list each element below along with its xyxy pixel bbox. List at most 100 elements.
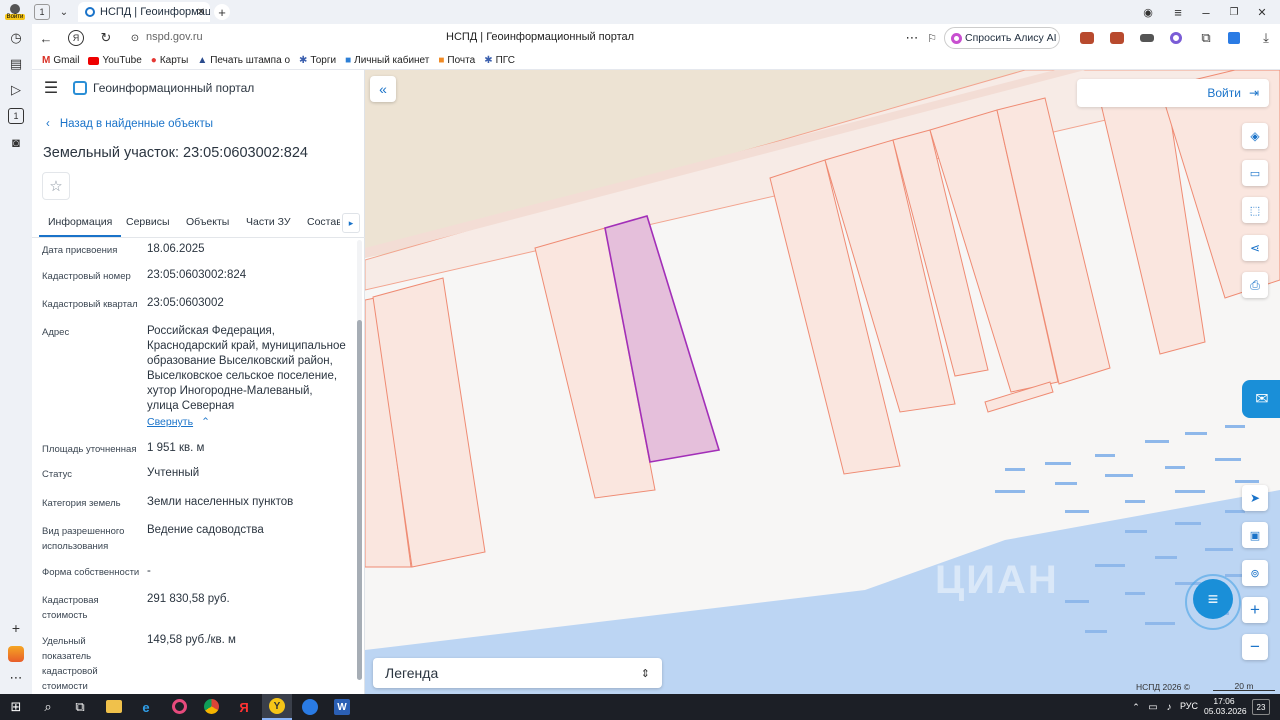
bookmark-maps[interactable]: ● Карты (151, 55, 189, 66)
bookmark-youtube[interactable]: YouTube (88, 55, 142, 66)
yandex-browser-icon[interactable]: Я (236, 699, 252, 715)
bookmark-mail[interactable]: ■ Почта (438, 55, 475, 66)
address-bar[interactable]: nspd.gov.ru (146, 31, 203, 43)
field-label: Кадастровый квартал (42, 299, 138, 310)
search-icon[interactable]: ⌕ (40, 699, 56, 715)
chrome-icon[interactable] (204, 699, 219, 714)
yandex-icon[interactable]: Я (68, 30, 84, 46)
language-indicator[interactable]: РУС (1180, 701, 1198, 711)
bookmark-gmail[interactable]: M Gmail (42, 55, 79, 66)
tray-chevron-icon[interactable]: ⌃ (1130, 699, 1142, 715)
field-label: Кадастровый номер (42, 271, 131, 282)
favorite-star-icon[interactable]: ☆ (42, 172, 70, 200)
geolocation-icon[interactable]: ➤ (1242, 485, 1268, 511)
mail-app-icon[interactable] (8, 646, 24, 662)
bookmark-icon[interactable]: ⚐ (924, 30, 940, 46)
bookmark-pgs[interactable]: ✱ ПГС (484, 55, 515, 66)
extensions-icon[interactable]: ⧉ (1198, 30, 1214, 46)
more-icon[interactable]: ⋯ (8, 670, 24, 686)
history-icon[interactable]: ◷ (8, 30, 24, 46)
messenger-icon[interactable] (302, 699, 318, 715)
login-button[interactable]: Войти ⇥ (1077, 79, 1269, 107)
restore-icon[interactable]: ❐ (1226, 4, 1242, 20)
tab-services[interactable]: Сервисы (126, 216, 170, 228)
tab-parts[interactable]: Части ЗУ (246, 216, 291, 228)
minimap-icon[interactable]: ▣ (1242, 522, 1268, 548)
browser-tab-active[interactable]: НСПД | Геоинформационн (78, 2, 210, 22)
map-pin-icon: ● (150, 55, 157, 66)
extension-2-icon[interactable] (1110, 32, 1124, 44)
collapse-address-link[interactable]: Свернуть ⌃ (147, 416, 210, 428)
tabs-scroll-right-icon[interactable]: ▸ (342, 213, 360, 233)
windows-start-icon[interactable]: ⊞ (8, 699, 24, 715)
play-icon[interactable]: ▷ (8, 82, 24, 98)
tab-counter[interactable]: 1 (34, 4, 50, 20)
site-info-icon[interactable]: ⊙ (128, 31, 142, 45)
map-view[interactable]: ЦИАН « Войти ⇥ ◈ ▭ ⬚ ⋖ ⎙ ✉ ➤ ▣ ⊚ + − ≡ Л… (365, 70, 1280, 694)
word-icon[interactable]: W (334, 699, 350, 715)
share-icon[interactable]: ⋖ (1242, 235, 1268, 261)
gmail-icon: M (42, 55, 51, 66)
scrollbar-track[interactable] (357, 240, 362, 680)
chat-support-icon[interactable]: ✉ (1242, 380, 1280, 418)
new-tab-icon[interactable]: + (214, 4, 230, 20)
chevron-down-icon[interactable]: ⌄ (56, 4, 72, 20)
layers-icon[interactable]: ◈ (1242, 123, 1268, 149)
menu-icon[interactable]: ≡ (1170, 4, 1186, 20)
profile-button[interactable]: Войти (4, 1, 26, 23)
field-label: Форма собственности (42, 567, 140, 578)
task-view-icon[interactable]: ⧉ (72, 699, 88, 715)
zoom-in-icon[interactable]: + (1242, 597, 1268, 623)
field-label: Площадь уточненная (42, 444, 137, 455)
legend-dropdown[interactable]: Легенда ⇕ (373, 658, 662, 688)
more-options-icon[interactable]: ⋯ (904, 30, 920, 46)
app-icon[interactable] (172, 699, 187, 714)
volume-icon[interactable]: ♪ (1162, 699, 1176, 715)
edge-icon[interactable]: e (138, 699, 154, 715)
notes-icon[interactable]: ▤ (8, 56, 24, 72)
tab-information[interactable]: Информация (39, 216, 122, 237)
close-tab-icon[interactable]: ✕ (194, 5, 208, 19)
close-window-icon[interactable]: ✕ (1254, 4, 1270, 20)
account-icon[interactable]: ◉ (1140, 4, 1156, 20)
network-icon[interactable]: ▭ (1146, 699, 1160, 715)
downloads-icon[interactable]: ⤓ (1258, 30, 1274, 46)
field-value: 23:05:0603002:824 (147, 269, 247, 281)
field-value: - (147, 565, 151, 577)
copyright: НСПД 2026 © (1136, 682, 1191, 692)
extension-5-icon[interactable] (1228, 32, 1240, 44)
reload-icon[interactable]: ↻ (98, 30, 114, 46)
hamburger-menu-icon[interactable]: ☰ (42, 79, 60, 97)
clock[interactable]: 17:06 05.03.2026 (1204, 696, 1247, 716)
portal-logo-icon (73, 81, 87, 95)
alice-label: Спросить Алису AI (965, 32, 1057, 44)
zoom-out-icon[interactable]: − (1242, 634, 1268, 660)
alice-button[interactable]: Спросить Алису AI (944, 27, 1060, 49)
chat-bubble-icon[interactable]: ≡ (1193, 579, 1233, 619)
scrollbar-thumb[interactable] (357, 320, 362, 680)
notifications-icon[interactable]: 23 (1252, 699, 1270, 715)
bookmark-cabinet[interactable]: ■ Личный кабинет (345, 55, 429, 66)
bookmark-stamp[interactable]: ▲ Печать штампа о (197, 55, 290, 66)
tab-composition[interactable]: Состав (307, 216, 340, 228)
extension-3-icon[interactable] (1140, 34, 1154, 42)
select-area-icon[interactable]: ⬚ (1242, 197, 1268, 223)
tab-objects[interactable]: Объекты (186, 216, 229, 228)
collapse-panel-icon[interactable]: « (370, 76, 396, 102)
screenshot-icon[interactable]: ◙ (8, 134, 24, 150)
profile-label: Войти (4, 14, 26, 20)
file-explorer-icon[interactable] (106, 700, 122, 713)
minimize-icon[interactable]: – (1198, 4, 1214, 20)
ruler-icon[interactable]: ▭ (1242, 160, 1268, 186)
extension-1-icon[interactable] (1080, 32, 1094, 44)
add-panel-icon[interactable]: + (8, 620, 24, 636)
back-icon[interactable]: ← (38, 30, 54, 46)
extension-4-icon[interactable] (1170, 32, 1182, 44)
back-to-results-link[interactable]: ‹ Назад в найденные объекты (46, 118, 213, 130)
bookmark-torgi[interactable]: ✱ Торги (299, 55, 336, 66)
taskbar: ⊞ ⌕ ⧉ e Я Y W ⌃ ▭ ♪ РУС 17:06 05.03.2026… (0, 694, 1280, 720)
active-app[interactable]: Y (262, 694, 292, 720)
counter-icon[interactable]: 1 (8, 108, 24, 124)
pin-search-icon[interactable]: ⊚ (1242, 560, 1268, 586)
print-icon[interactable]: ⎙ (1242, 272, 1268, 298)
